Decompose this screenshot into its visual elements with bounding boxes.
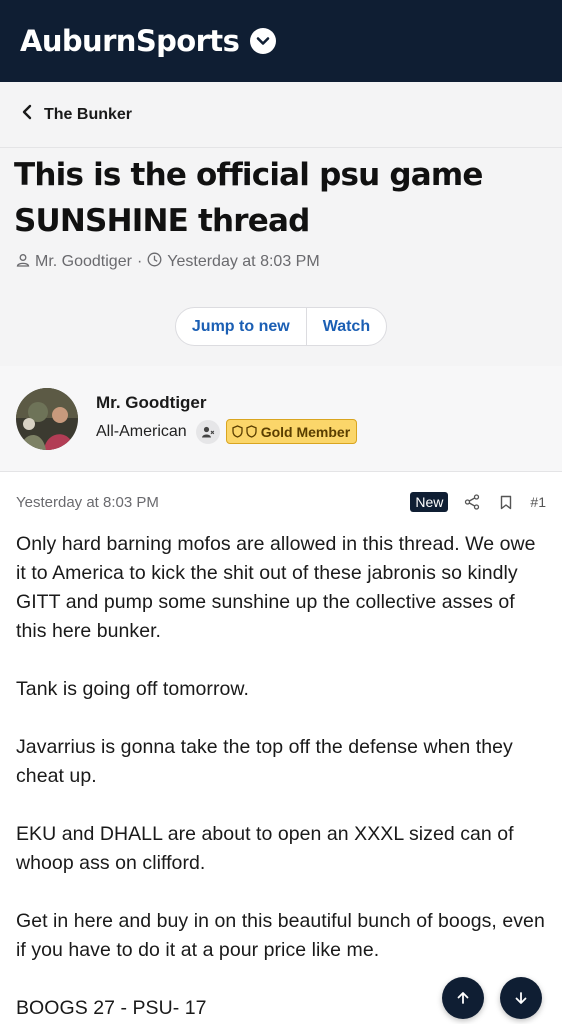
user-icon xyxy=(16,253,35,272)
post-paragraph: Get in here and buy in on this beautiful… xyxy=(16,910,545,961)
chevron-left-icon[interactable] xyxy=(22,104,32,125)
gold-member-label: Gold Member xyxy=(260,423,351,440)
post-number[interactable]: #1 xyxy=(530,494,546,510)
shield-icon xyxy=(246,425,257,438)
top-nav-bar: AuburnSports xyxy=(0,0,562,82)
meta-separator: · xyxy=(136,253,143,270)
avatar[interactable] xyxy=(16,387,78,450)
post-paragraph: Tank is going off tomorrow. xyxy=(16,678,249,700)
gold-member-badge: Gold Member xyxy=(225,419,358,444)
post-paragraph: Only hard barning mofos are allowed in t… xyxy=(16,533,536,642)
thread-title: This is the official psu game SUNSHINE t… xyxy=(0,148,562,244)
site-logo[interactable]: AuburnSports xyxy=(20,24,240,58)
post-paragraph: Javarrius is gonna take the top off the … xyxy=(16,736,513,787)
post-meta: Yesterday at 8:03 PM New #1 xyxy=(16,472,546,530)
author-rank: All-American xyxy=(96,422,187,440)
breadcrumb-label[interactable]: The Bunker xyxy=(44,106,132,124)
post-author-block: Mr. Goodtiger All-American Gold Member xyxy=(0,366,562,472)
thread-author[interactable]: Mr. Goodtiger xyxy=(35,253,132,271)
post-body: Only hard barning mofos are allowed in t… xyxy=(16,530,546,1023)
thread-header: The Bunker This is the official psu game… xyxy=(0,82,562,366)
post: Yesterday at 8:03 PM New #1 Only hard ba… xyxy=(0,472,562,1023)
jump-to-new-button[interactable]: Jump to new xyxy=(176,308,306,345)
scroll-up-button[interactable] xyxy=(442,977,484,1019)
scroll-down-button[interactable] xyxy=(500,977,542,1019)
new-badge: New xyxy=(410,492,449,512)
thread-title-line-1: This is the official psu game xyxy=(14,157,483,193)
member-rank-icon xyxy=(195,419,220,444)
thread-meta: Mr. Goodtiger · Yesterday at 8:03 PM xyxy=(0,244,562,272)
arrow-down-icon xyxy=(515,992,527,1004)
post-paragraph: EKU and DHALL are about to open an XXXL … xyxy=(16,823,514,874)
shield-icon xyxy=(232,425,243,438)
arrow-up-icon xyxy=(457,992,469,1004)
chevron-down-icon[interactable] xyxy=(250,28,277,54)
thread-timestamp[interactable]: Yesterday at 8:03 PM xyxy=(167,253,319,271)
watch-button[interactable]: Watch xyxy=(305,308,386,345)
bookmark-icon[interactable] xyxy=(500,495,512,510)
clock-icon xyxy=(147,252,167,272)
thread-title-line-2: SUNSHINE thread xyxy=(14,203,310,239)
share-icon[interactable] xyxy=(464,494,480,510)
thread-action-buttons: Jump to new Watch xyxy=(174,307,388,346)
post-timestamp[interactable]: Yesterday at 8:03 PM xyxy=(16,494,410,511)
post-author-name[interactable]: Mr. Goodtiger xyxy=(96,393,357,413)
breadcrumb[interactable]: The Bunker xyxy=(0,82,562,148)
